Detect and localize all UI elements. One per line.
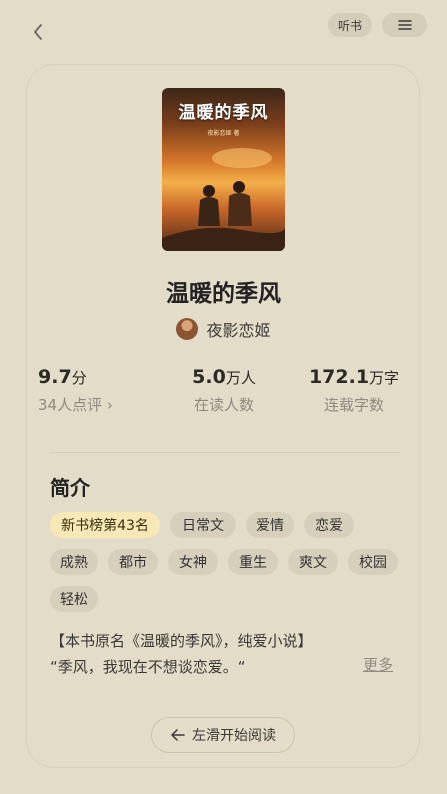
tag[interactable]: 爱情 [246, 512, 294, 538]
book-cover[interactable]: 温暖的季风 夜影恋姬 著 [162, 88, 285, 251]
listen-button[interactable]: 听书 [328, 13, 372, 37]
description-line: 【本书原名《温暖的季风》，纯爱小说】 [50, 632, 313, 650]
tag[interactable]: 恋爱 [304, 512, 354, 538]
readers-value: 5.0 [192, 366, 226, 388]
review-count-link[interactable]: 34人点评 › [38, 394, 138, 415]
intro-heading: 简介 [50, 476, 90, 500]
stats-row: 9.7分 34人点评 › 5.0万人 在读人数 172.1万字 连载字数 [26, 366, 420, 426]
description-line: “季风，我现在不想谈恋爱。“ [50, 658, 246, 676]
word-count-unit: 万字 [369, 369, 400, 387]
author-avatar [176, 318, 199, 340]
tag[interactable]: 都市 [108, 549, 158, 575]
divider [50, 452, 400, 453]
author-name: 夜影恋姬 [206, 321, 271, 340]
arrow-left-icon [171, 729, 185, 741]
back-button[interactable] [26, 20, 50, 44]
rating-stat[interactable]: 9.7分 34人点评 › [38, 366, 138, 415]
book-title: 温暖的季风 [166, 281, 281, 307]
tag-ranking[interactable]: 新书榜第43名 [50, 512, 160, 538]
tag[interactable]: 成熟 [50, 549, 98, 575]
start-reading-button[interactable]: 左滑开始阅读 [151, 717, 295, 753]
word-count-value: 172.1 [308, 366, 370, 388]
tag[interactable]: 轻松 [50, 586, 98, 612]
chevron-left-icon [34, 24, 42, 40]
tag[interactable]: 爽文 [288, 549, 338, 575]
word-count-caption: 连载字数 [323, 396, 384, 414]
more-link[interactable]: 更多 [363, 654, 393, 675]
rating-value: 9.7 [38, 366, 72, 388]
word-count-stat: 172.1万字 连载字数 [302, 366, 406, 415]
top-bar: 听书 [0, 0, 447, 56]
cover-illustration [162, 148, 285, 251]
book-description: 【本书原名《温暖的季风》，纯爱小说】 “季风，我现在不想谈恋爱。“ [50, 628, 400, 680]
start-reading-label: 左滑开始阅读 [192, 728, 276, 744]
tag[interactable]: 日常文 [170, 512, 236, 538]
menu-button[interactable] [382, 13, 427, 37]
readers-caption: 在读人数 [193, 396, 254, 414]
tag[interactable]: 重生 [228, 549, 278, 575]
readers-stat: 5.0万人 在读人数 [174, 366, 274, 415]
hamburger-menu-icon [397, 20, 412, 30]
author-row[interactable]: 夜影恋姬 [0, 316, 447, 342]
tag[interactable]: 校园 [348, 549, 398, 575]
readers-unit: 万人 [225, 369, 256, 387]
rating-unit: 分 [71, 369, 87, 387]
tag[interactable]: 女神 [168, 549, 218, 575]
